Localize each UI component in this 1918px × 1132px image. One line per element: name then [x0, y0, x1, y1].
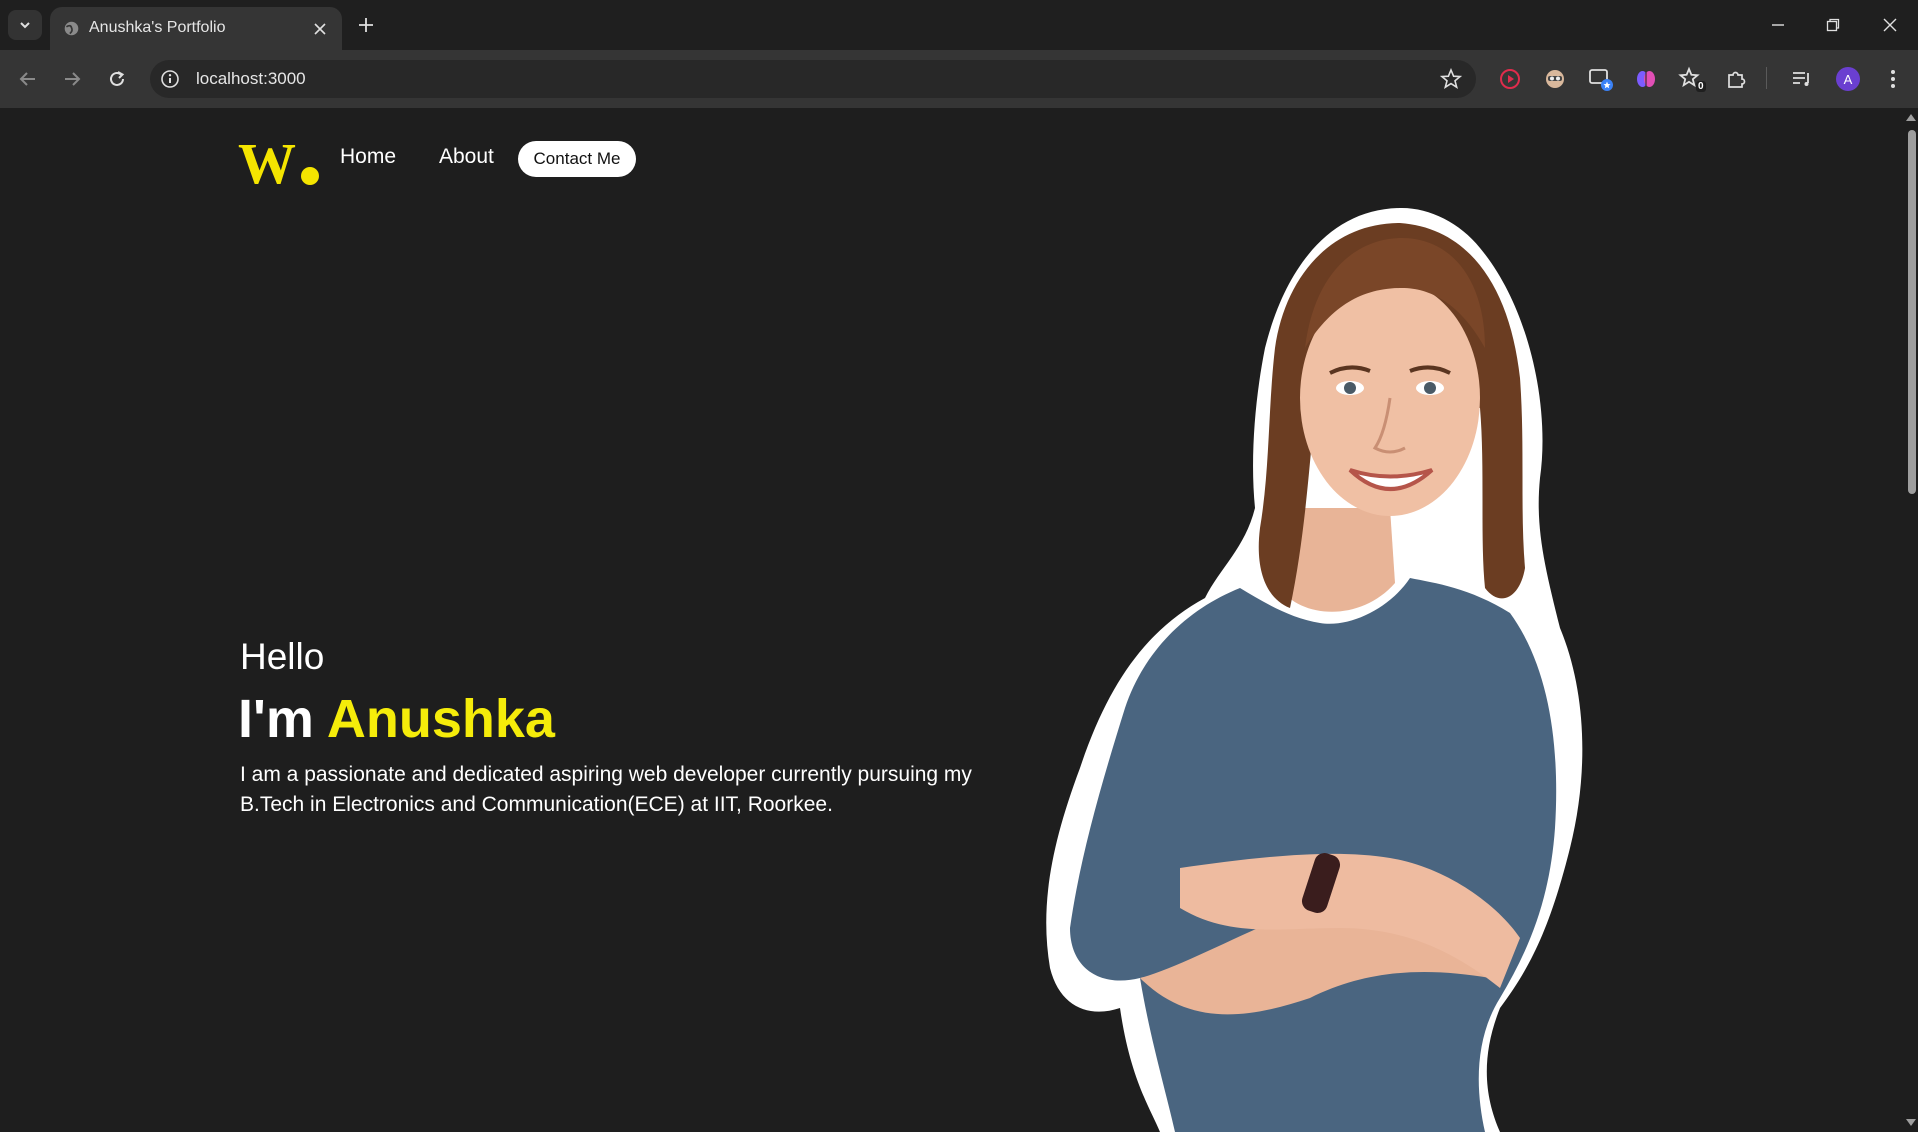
reload-icon	[110, 71, 125, 86]
minimize-button[interactable]	[1760, 10, 1796, 40]
headline-prefix: I'm	[238, 689, 327, 749]
site-logo[interactable]: W	[238, 131, 324, 196]
logo-dot	[301, 167, 319, 185]
extension-badge: 0	[1696, 81, 1706, 92]
close-window-button[interactable]	[1872, 10, 1908, 40]
mask-icon	[1546, 70, 1564, 88]
profile-avatar[interactable]: A	[1836, 67, 1860, 91]
globe-icon	[64, 21, 79, 36]
extension-mask[interactable]	[1542, 66, 1568, 92]
toolbar-separator	[1766, 67, 1767, 89]
star-icon[interactable]	[1440, 68, 1462, 90]
back-button[interactable]	[11, 62, 45, 96]
plus-icon	[359, 18, 373, 32]
browser-tab[interactable]: Anushka's Portfolio	[50, 7, 342, 50]
url-text[interactable]: localhost:3000	[196, 69, 306, 89]
minimize-icon	[1772, 24, 1784, 26]
info-icon[interactable]	[160, 69, 180, 89]
extension-record[interactable]	[1497, 66, 1523, 92]
tab-title: Anushka's Portfolio	[89, 19, 226, 36]
close-icon	[1883, 18, 1897, 32]
chevron-down-icon	[20, 22, 30, 29]
scroll-down-arrow[interactable]	[1906, 1119, 1916, 1126]
restore-button[interactable]	[1815, 10, 1851, 40]
portrait-image	[1046, 208, 1583, 1132]
page-viewport: W Home About Contact Me Hello I'm Anushk…	[0, 108, 1904, 1132]
extensions-button[interactable]	[1723, 66, 1749, 92]
hero-intro: I am a passionate and dedicated aspiring…	[240, 763, 972, 816]
extension-brain[interactable]	[1633, 66, 1659, 92]
media-controls-button[interactable]	[1789, 66, 1815, 92]
back-icon	[19, 72, 35, 86]
browser-toolbar: localhost:3000 0 A	[0, 50, 1918, 108]
new-tab-button[interactable]	[353, 12, 379, 38]
scroll-thumb[interactable]	[1908, 130, 1916, 494]
scroll-up-arrow[interactable]	[1906, 114, 1916, 121]
puzzle-icon	[1728, 71, 1746, 88]
page-scrollbar[interactable]	[1904, 108, 1918, 1132]
brain-icon	[1637, 71, 1655, 87]
tab-strip: Anushka's Portfolio	[0, 0, 1918, 50]
extension-favorites[interactable]: 0	[1678, 66, 1706, 92]
close-icon	[314, 23, 326, 35]
address-bar[interactable]: localhost:3000	[150, 60, 1476, 98]
hero-greeting: Hello	[240, 636, 325, 677]
forward-icon	[65, 72, 81, 86]
tab-close-button[interactable]	[310, 19, 330, 39]
forward-button[interactable]	[55, 62, 89, 96]
extension-cast[interactable]	[1588, 66, 1614, 92]
hero-headline: I'm Anushka	[238, 688, 555, 750]
record-icon	[1500, 69, 1520, 89]
menu-icon	[1891, 70, 1895, 88]
hero-name: Anushka	[326, 689, 555, 749]
tab-search-button[interactable]	[8, 10, 42, 40]
cast-icon	[1589, 69, 1613, 91]
nav-link-about[interactable]: About	[439, 145, 494, 169]
browser-menu-button[interactable]	[1880, 66, 1906, 92]
logo-letter: W	[238, 131, 296, 196]
reload-button[interactable]	[100, 62, 134, 96]
media-icon	[1793, 72, 1809, 86]
restore-icon	[1826, 18, 1840, 32]
contact-me-button[interactable]: Contact Me	[518, 141, 636, 177]
nav-link-home[interactable]: Home	[340, 145, 396, 169]
